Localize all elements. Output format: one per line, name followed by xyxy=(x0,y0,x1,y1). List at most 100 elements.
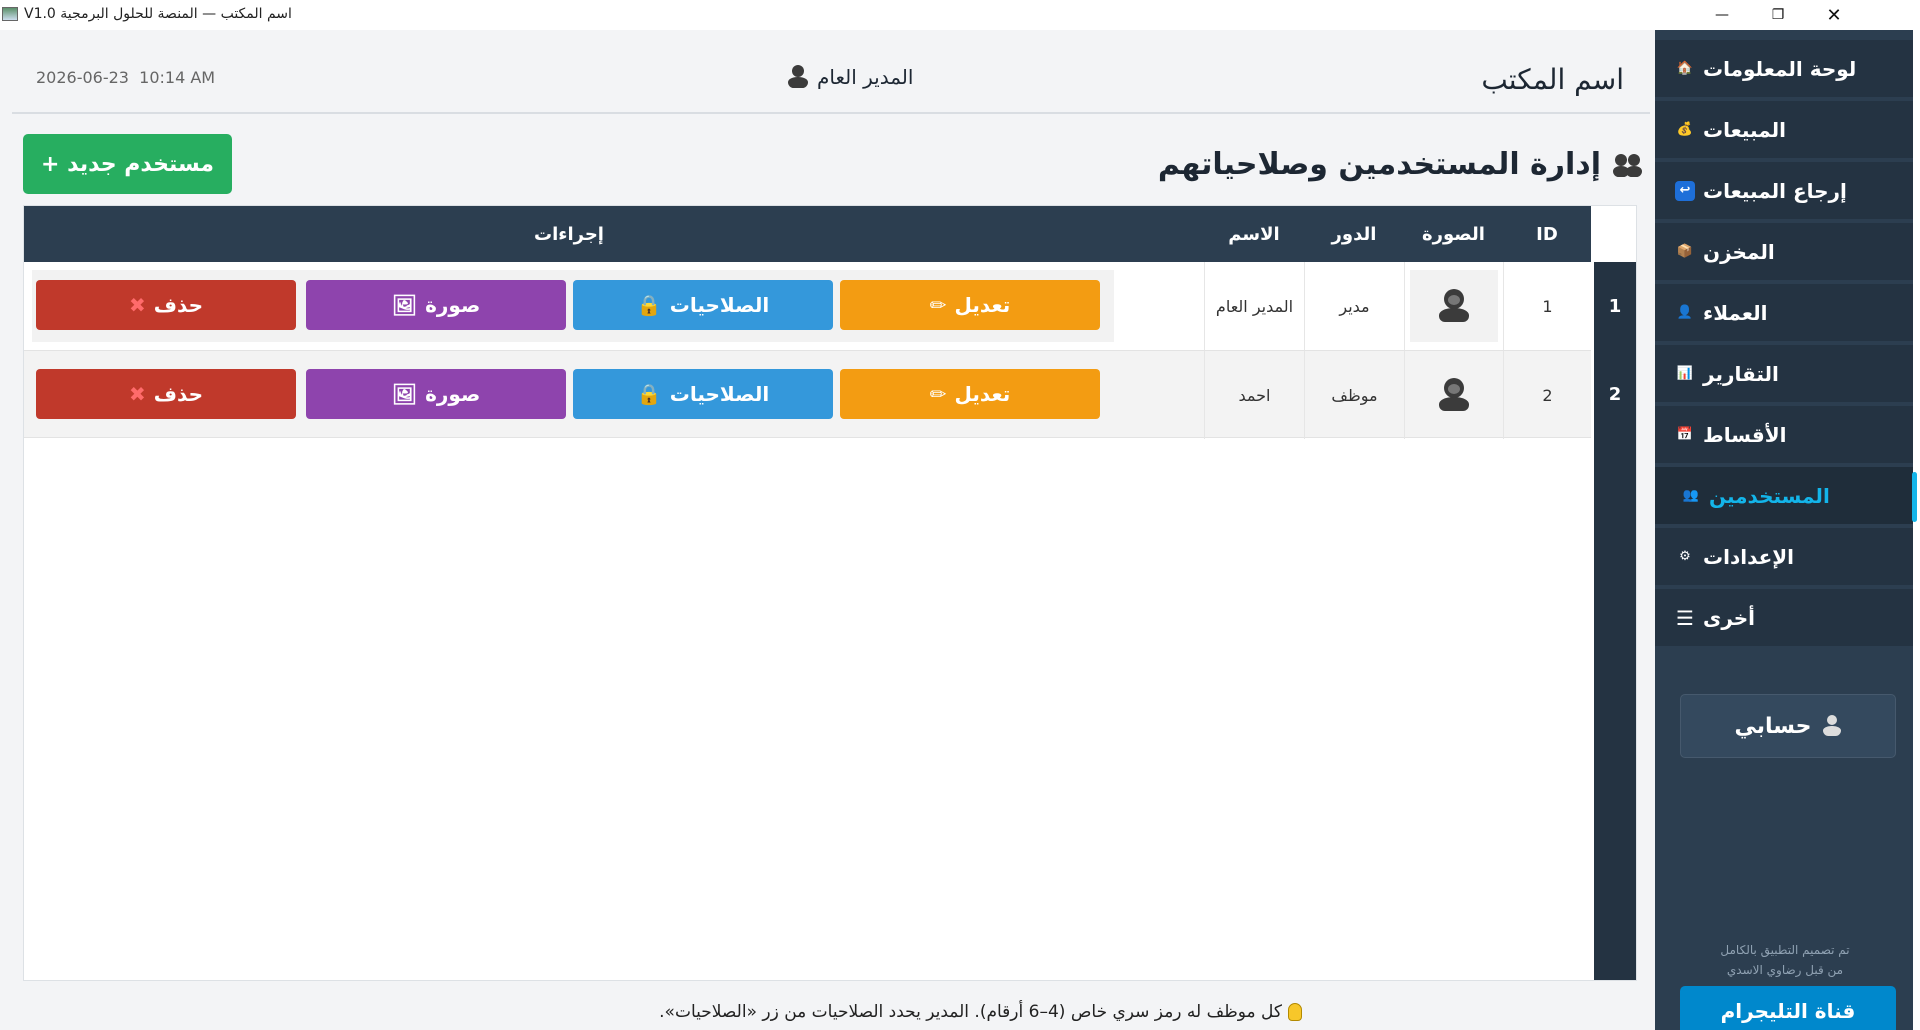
gear-icon: ⚙ xyxy=(1679,549,1691,564)
house-icon: 🏠 xyxy=(1676,61,1694,76)
picture-icon: 🖼 xyxy=(391,382,418,406)
box-icon: 📦 xyxy=(1676,244,1694,259)
column-header-role[interactable]: الدور xyxy=(1304,206,1404,262)
sidebar-item-settings[interactable]: الإعدادات ⚙ xyxy=(1655,528,1913,585)
hint-text: كل موظف له رمز سري خاص (4–6 أرقام). المد… xyxy=(659,1002,1302,1022)
user-avatar-icon xyxy=(787,65,809,89)
return-arrow-icon: ↩ xyxy=(1675,180,1695,201)
my-account-button[interactable]: حسابي xyxy=(1680,694,1896,758)
row-number[interactable]: 2 xyxy=(1594,350,1636,438)
column-header-actions: إجراءات xyxy=(534,223,604,245)
window-titlebar: V1.0 اسم المكتب — المنصة للحلول البرمجية… xyxy=(0,0,1920,30)
delete-label: حذف xyxy=(153,382,203,406)
photo-button[interactable]: صورة 🖼 xyxy=(306,369,566,419)
telegram-channel-button[interactable]: قناة التليجرام xyxy=(1680,986,1896,1030)
main-content: اسم المكتب المدير العام 2026-06-23 10:14… xyxy=(0,30,1655,1030)
date-time: 2026-06-23 10:14 AM xyxy=(36,68,215,87)
close-button[interactable]: ✕ xyxy=(1806,0,1862,30)
sidebar-item-installments[interactable]: الأقساط 📅 xyxy=(1655,406,1913,463)
table-header: ID الصورة الدور الاسم إجراءات xyxy=(24,206,1591,262)
users-table: ID الصورة الدور الاسم إجراءات 1 2 1 مدير… xyxy=(23,205,1637,981)
office-name: اسم المكتب xyxy=(1481,63,1624,96)
sidebar-item-label: الإعدادات xyxy=(1703,544,1795,569)
permissions-button[interactable]: الصلاحيات 🔒 xyxy=(573,280,833,330)
lock-icon: 🔒 xyxy=(636,293,662,317)
sidebar-item-label: إرجاع المبيعات xyxy=(1703,178,1847,203)
person-icon xyxy=(1822,715,1842,737)
sidebar-item-label: الأقساط xyxy=(1703,422,1787,447)
table-row[interactable]: 2 موظف احمد تعديل ✏ الصلاحيات 🔒 صورة 🖼 ح… xyxy=(24,350,1591,439)
row-actions: تعديل ✏ الصلاحيات 🔒 صورة 🖼 حذف ✖ xyxy=(32,270,1114,342)
delete-button[interactable]: حذف ✖ xyxy=(36,280,296,330)
delete-button[interactable]: حذف ✖ xyxy=(36,369,296,419)
picture-icon: 🖼 xyxy=(391,293,418,317)
avatar xyxy=(1410,359,1498,431)
sidebar-item-sales-return[interactable]: إرجاع المبيعات ↩ xyxy=(1655,162,1913,219)
cell-photo xyxy=(1404,351,1503,439)
sidebar-item-customers[interactable]: العملاء 👤 xyxy=(1655,284,1913,341)
column-header-name[interactable]: الاسم xyxy=(1204,206,1304,262)
current-user-name: المدير العام xyxy=(817,65,914,89)
my-account-label: حسابي xyxy=(1734,713,1812,739)
row-actions: تعديل ✏ الصلاحيات 🔒 صورة 🖼 حذف ✖ xyxy=(32,359,1114,431)
row-number-corner xyxy=(1594,206,1636,262)
calendar-icon: 📅 xyxy=(1676,427,1694,442)
sidebar-item-users[interactable]: المستخدمين 👥 xyxy=(1655,467,1917,524)
delete-label: حذف xyxy=(153,293,203,317)
edit-button[interactable]: تعديل ✏ xyxy=(840,280,1100,330)
credit-text: تم تصميم التطبيق بالكامل من قبل رضاوي ال… xyxy=(1675,940,1895,980)
cell-role: موظف xyxy=(1304,351,1404,439)
column-header-photo[interactable]: الصورة xyxy=(1404,206,1503,262)
maximize-button[interactable]: ❐ xyxy=(1750,0,1806,30)
sidebar-edge xyxy=(1913,30,1920,1030)
credit-line-2: من قبل رضاوي الاسدي xyxy=(1726,963,1844,977)
sidebar: لوحة المعلومات 🏠 المبيعات 💰 إرجاع المبيع… xyxy=(1655,30,1920,1030)
permissions-button[interactable]: الصلاحيات 🔒 xyxy=(573,369,833,419)
current-date: 2026-06-23 xyxy=(36,68,129,87)
sidebar-nav: لوحة المعلومات 🏠 المبيعات 💰 إرجاع المبيع… xyxy=(1655,40,1917,650)
cell-name: احمد xyxy=(1204,351,1304,439)
sidebar-item-label: التقارير xyxy=(1703,361,1779,386)
table-row[interactable]: 1 مدير المدير العام تعديل ✏ الصلاحيات 🔒 … xyxy=(24,262,1591,350)
permissions-label: الصلاحيات xyxy=(669,382,770,406)
window-title: V1.0 اسم المكتب — المنصة للحلول البرمجية xyxy=(24,6,292,22)
active-indicator xyxy=(1912,472,1917,522)
minimize-button[interactable]: — xyxy=(1694,0,1750,30)
cross-icon: ✖ xyxy=(129,382,146,406)
row-number[interactable]: 1 xyxy=(1594,262,1636,350)
menu-icon: ☰ xyxy=(1676,605,1694,630)
sidebar-item-warehouse[interactable]: المخزن 📦 xyxy=(1655,223,1913,280)
cell-photo xyxy=(1404,262,1503,350)
new-user-button[interactable]: مستخدم جديد + xyxy=(23,134,232,194)
sidebar-item-reports[interactable]: التقارير 📊 xyxy=(1655,345,1913,402)
header: اسم المكتب المدير العام 2026-06-23 10:14… xyxy=(12,30,1650,114)
user-avatar-icon xyxy=(1438,378,1470,412)
sidebar-item-label: المخزن xyxy=(1703,239,1775,264)
photo-button[interactable]: صورة 🖼 xyxy=(306,280,566,330)
hint-label: كل موظف له رمز سري خاص (4–6 أرقام). المد… xyxy=(659,1002,1282,1022)
pencil-icon: ✏ xyxy=(929,382,947,406)
edit-button[interactable]: تعديل ✏ xyxy=(840,369,1100,419)
pencil-icon: ✏ xyxy=(929,293,947,317)
current-time: 10:14 AM xyxy=(139,68,216,87)
edit-label: تعديل xyxy=(954,293,1011,317)
sidebar-item-other[interactable]: أخرى ☰ xyxy=(1655,589,1913,646)
sidebar-item-label: المستخدمين xyxy=(1709,483,1830,508)
permissions-label: الصلاحيات xyxy=(669,293,770,317)
lightbulb-icon xyxy=(1288,1003,1302,1021)
credit-line-1: تم تصميم التطبيق بالكامل xyxy=(1720,943,1850,957)
cell-role: مدير xyxy=(1304,262,1404,350)
sidebar-item-label: العملاء xyxy=(1703,300,1768,325)
photo-label: صورة xyxy=(425,382,481,406)
user-avatar-icon xyxy=(1438,289,1470,323)
page-title: إدارة المستخدمين وصلاحياتهم xyxy=(1158,147,1643,182)
photo-label: صورة xyxy=(425,293,481,317)
app-icon xyxy=(2,7,18,21)
cell-id: 1 xyxy=(1503,262,1591,350)
column-header-id[interactable]: ID xyxy=(1503,206,1591,262)
cell-name: المدير العام xyxy=(1204,262,1304,350)
current-user: المدير العام xyxy=(787,65,913,89)
sidebar-item-sales[interactable]: المبيعات 💰 xyxy=(1655,101,1913,158)
sidebar-item-dashboard[interactable]: لوحة المعلومات 🏠 xyxy=(1655,40,1913,97)
row-number-column: 1 2 xyxy=(1594,206,1636,980)
